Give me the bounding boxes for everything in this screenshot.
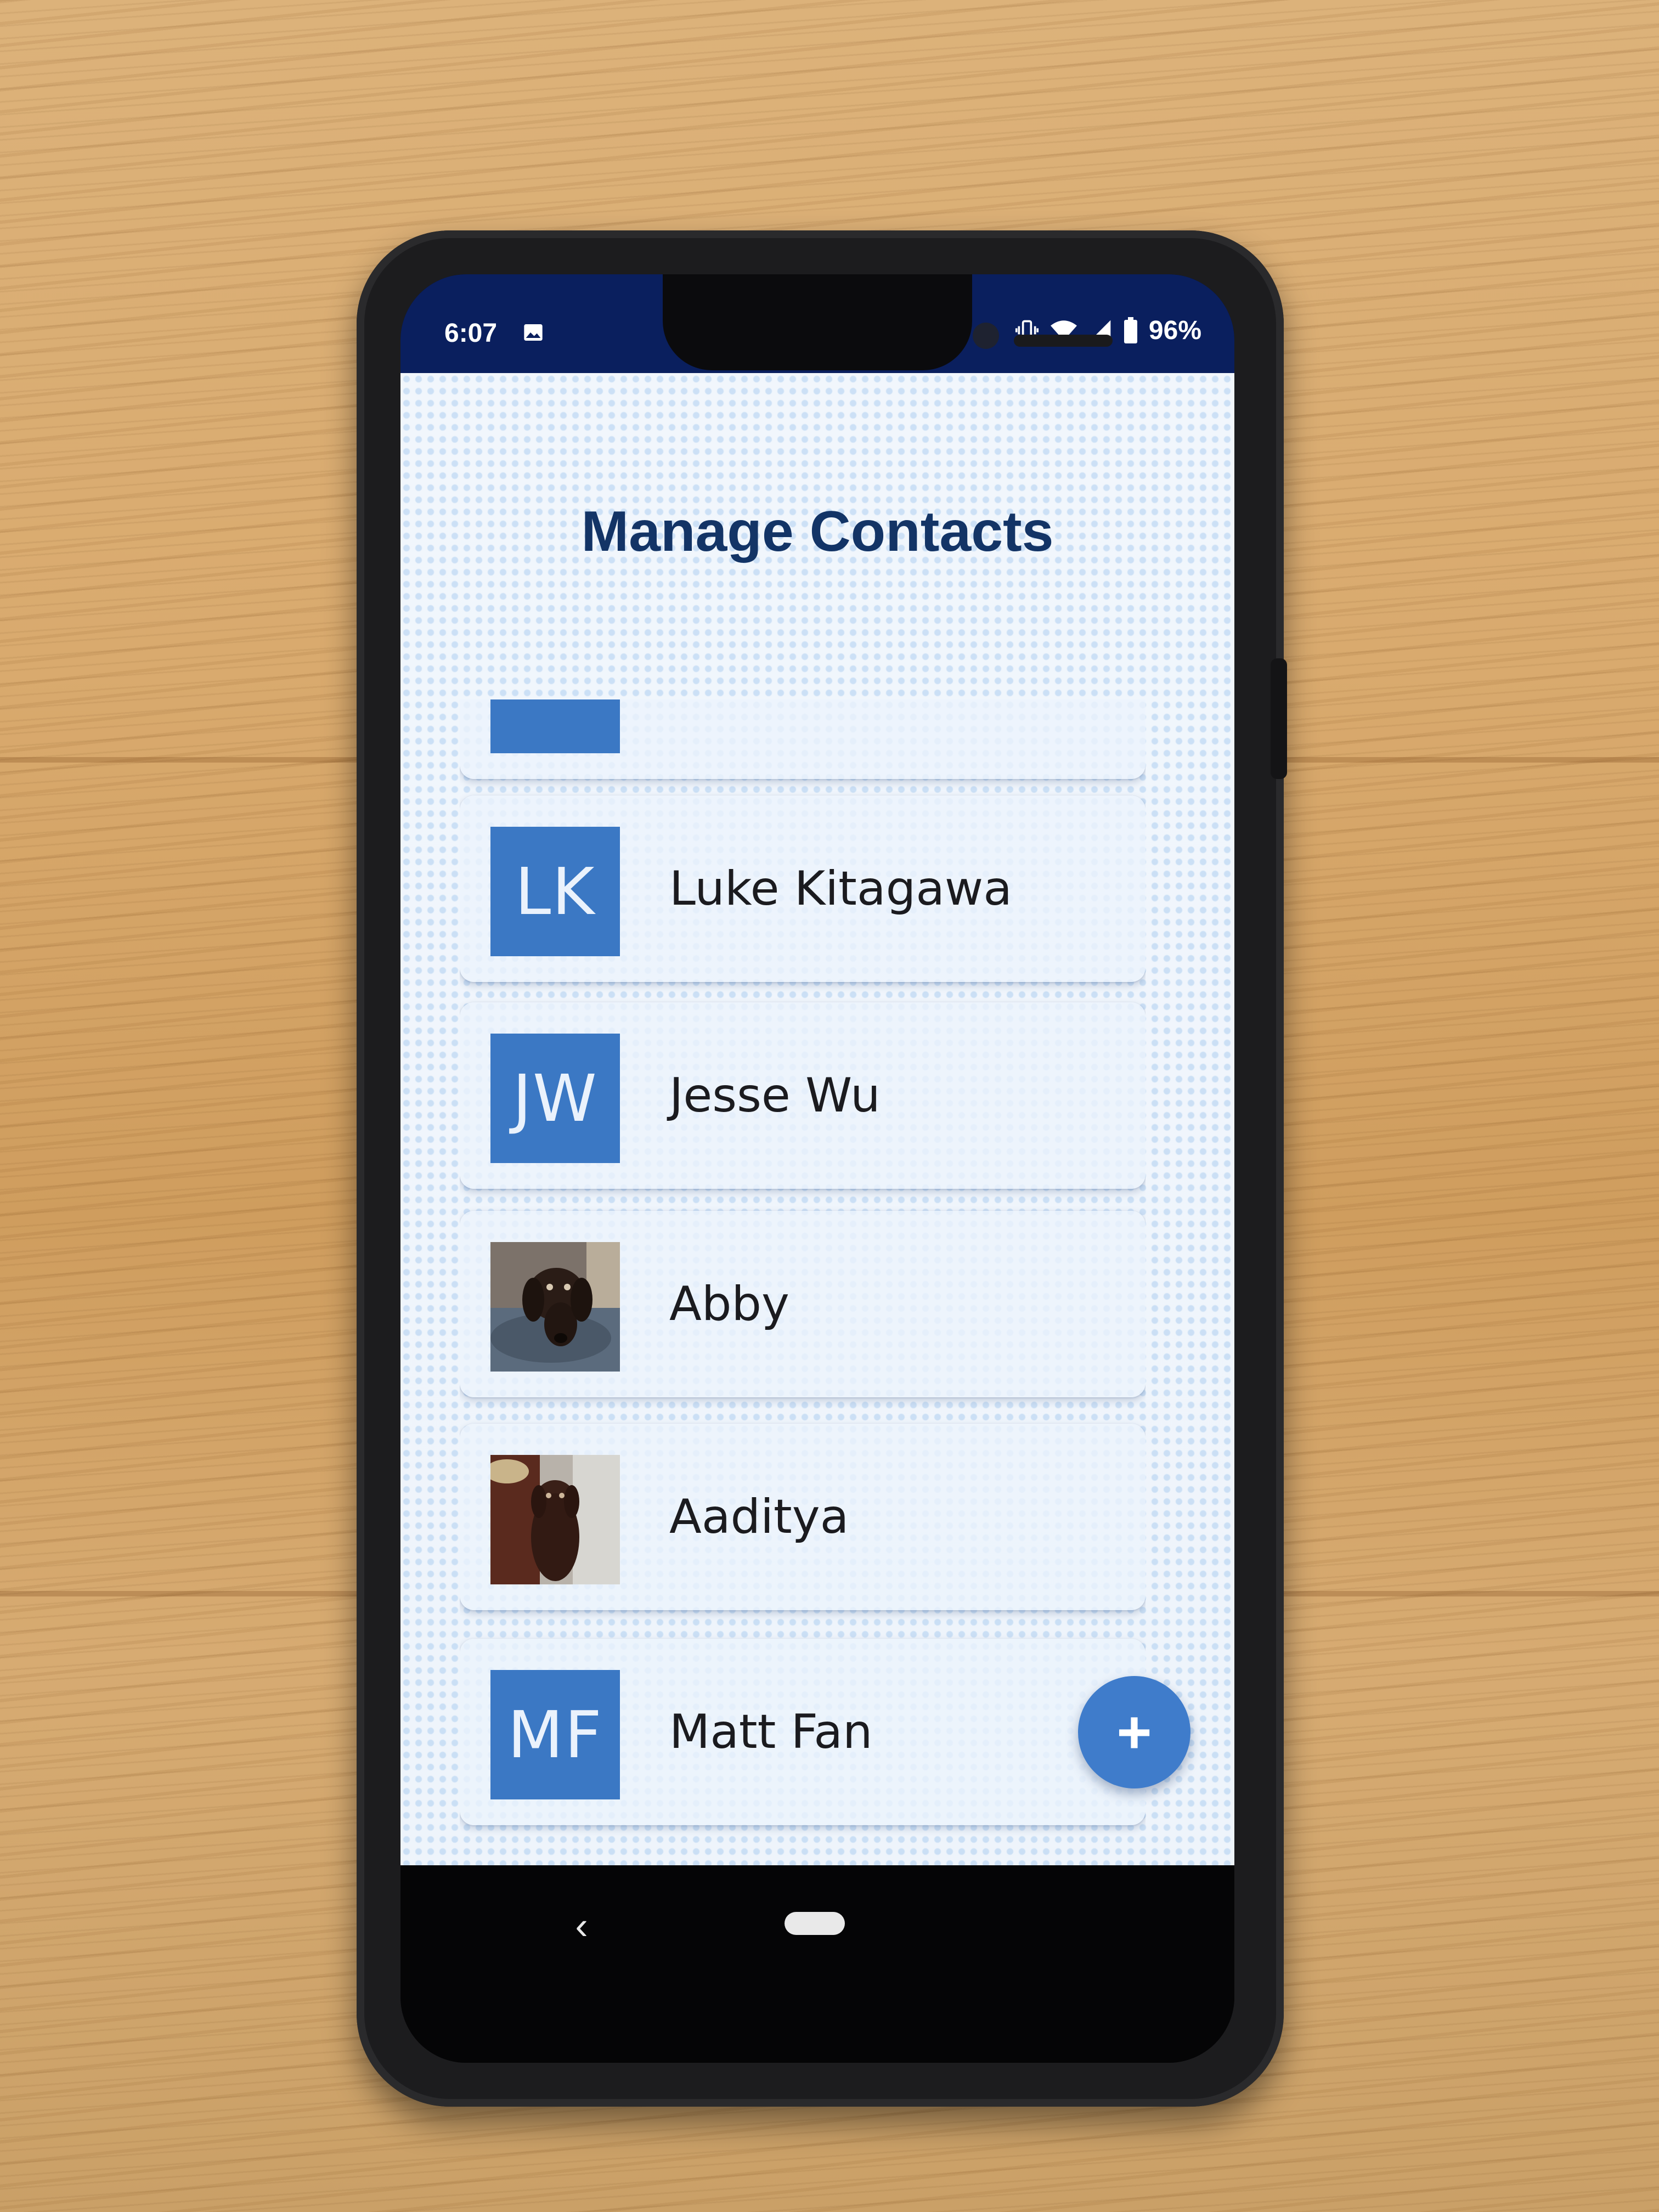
- contact-avatar: MF: [490, 1670, 620, 1799]
- contact-avatar: [490, 699, 620, 753]
- battery-icon: [1124, 317, 1137, 343]
- image-icon: [524, 324, 543, 341]
- dog-photo: [490, 1455, 620, 1584]
- plus-icon: +: [1116, 1699, 1152, 1766]
- contact-avatar: JW: [490, 1034, 620, 1163]
- page-title: Manage Contacts: [581, 500, 1054, 563]
- contact-card[interactable]: LK Luke Kitagawa: [460, 795, 1146, 982]
- back-icon[interactable]: ‹: [565, 1904, 598, 1948]
- system-nav-bar: ‹: [400, 1865, 1234, 2063]
- contact-avatar: LK: [490, 827, 620, 956]
- contact-list[interactable]: LK Luke Kitagawa JW Jesse Wu Abby Aadity…: [460, 699, 1146, 1865]
- battery-percentage: 96%: [1148, 315, 1201, 345]
- contact-card[interactable]: [460, 699, 1146, 779]
- earpiece-speaker: [1014, 335, 1113, 347]
- camera-notch: [663, 274, 1113, 370]
- front-camera: [973, 323, 999, 349]
- phone-side-button: [1271, 658, 1287, 779]
- phone-screen: 6:07 96% Manage Contacts LK Luke Kitagaw…: [400, 274, 1234, 2063]
- contact-card[interactable]: JW Jesse Wu: [460, 1002, 1146, 1189]
- dog-photo-avatar: [490, 1455, 620, 1584]
- contact-name: Matt Fan: [669, 1705, 873, 1759]
- contact-name: Abby: [669, 1277, 789, 1331]
- contact-card[interactable]: MF Matt Fan: [460, 1639, 1146, 1825]
- home-pill-icon[interactable]: [785, 1912, 845, 1935]
- dog-photo: [490, 1242, 620, 1372]
- add-contact-button[interactable]: +: [1078, 1676, 1190, 1788]
- dog-photo-avatar: [490, 1242, 620, 1372]
- contact-name: Jesse Wu: [669, 1068, 881, 1123]
- contact-card[interactable]: Aaditya: [460, 1424, 1146, 1610]
- status-time: 6:07: [444, 319, 498, 348]
- contact-name: Aaditya: [669, 1489, 849, 1544]
- contact-card[interactable]: Abby: [460, 1211, 1146, 1397]
- contact-name: Luke Kitagawa: [669, 861, 1012, 916]
- app-content: Manage Contacts LK Luke Kitagawa JW Jess…: [400, 373, 1234, 1865]
